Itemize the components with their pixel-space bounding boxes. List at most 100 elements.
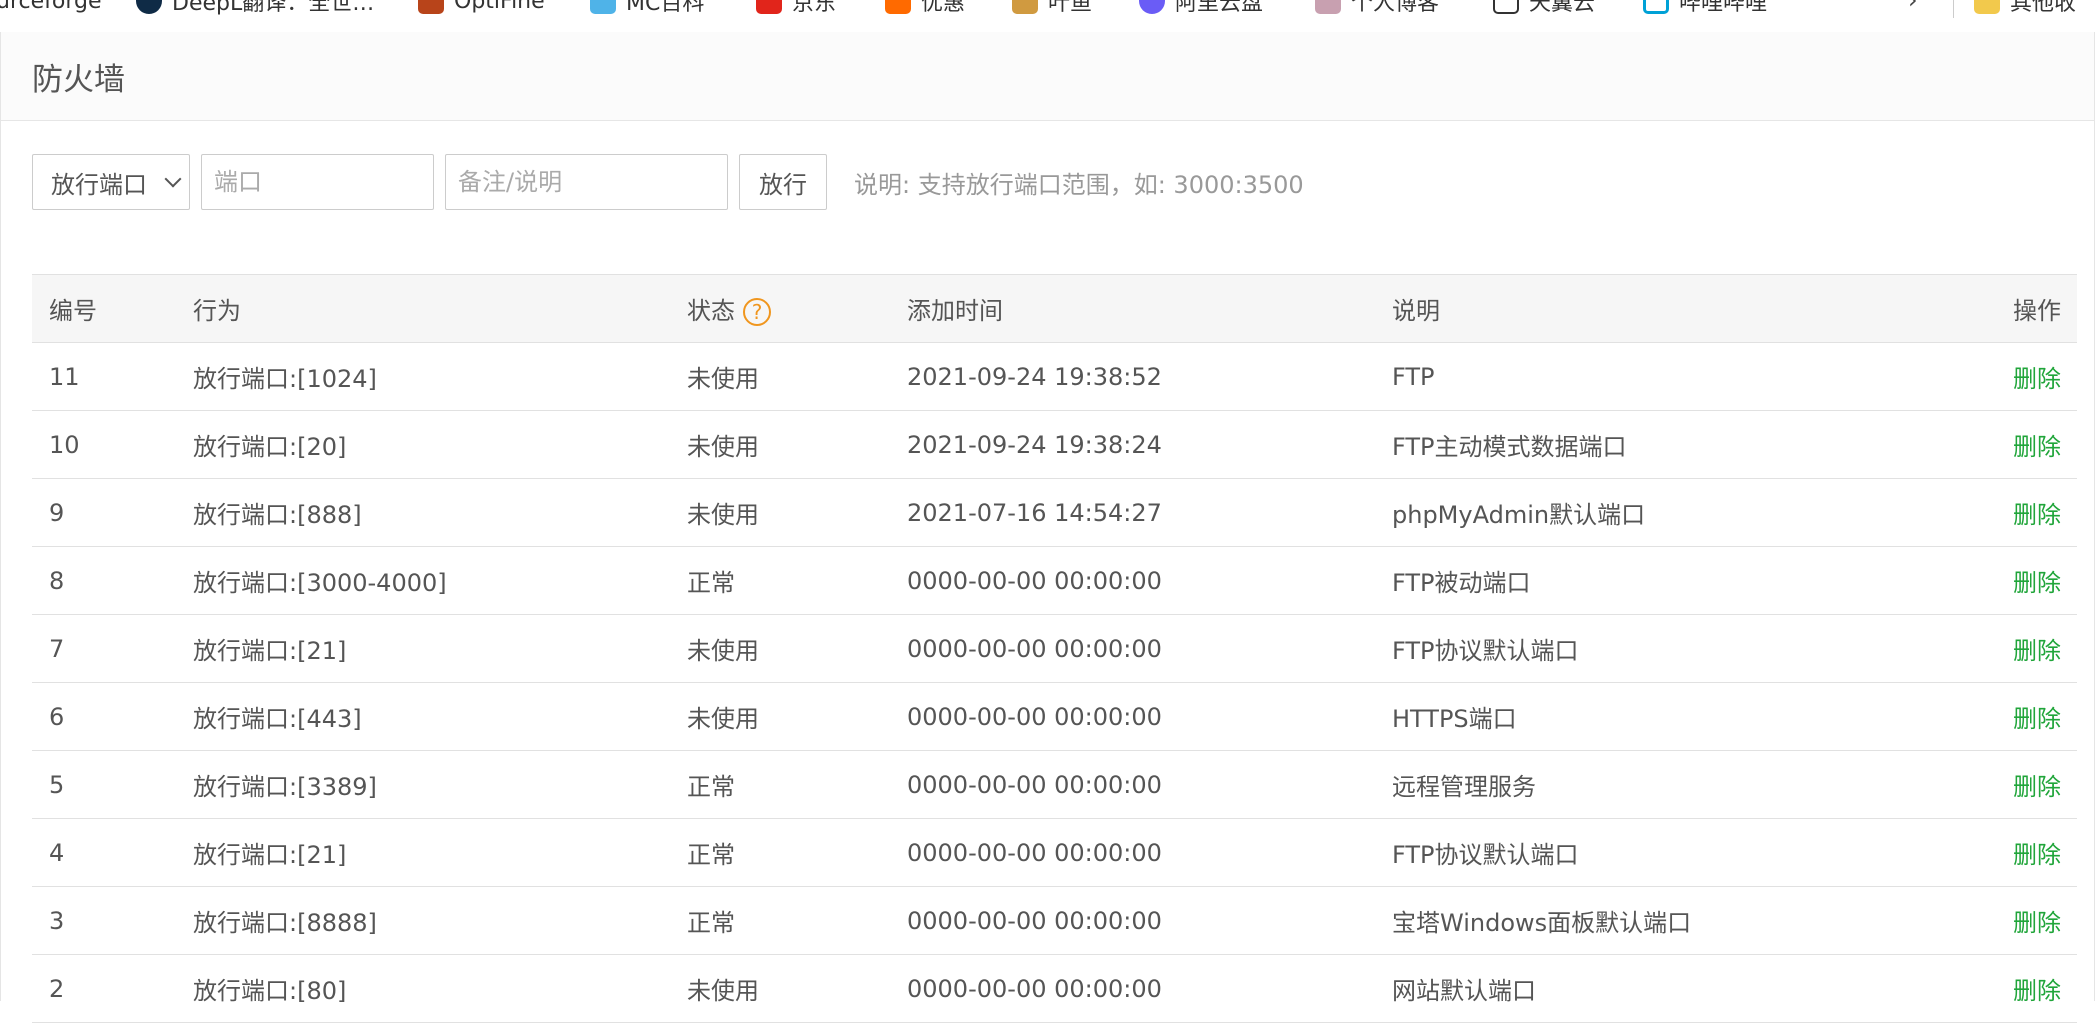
cell-added: 0000-00-00 00:00:00	[890, 546, 1375, 615]
note-input[interactable]	[445, 154, 728, 210]
cell-id: 2	[32, 954, 176, 1023]
cell-id: 6	[32, 682, 176, 751]
cell-note: 远程管理服务	[1375, 750, 1895, 819]
cell-op: 删除	[1895, 342, 2077, 411]
cell-op: 删除	[1895, 478, 2077, 547]
table-row: 3 放行端口:[8888] 正常 0000-00-00 00:00:00 宝塔Windo…	[32, 886, 2077, 955]
delete-button[interactable]: 删除	[2013, 433, 2061, 461]
cell-op: 删除	[1895, 614, 2077, 683]
cell-note: FTP主动模式数据端口	[1375, 410, 1895, 479]
cell-status: 未使用	[670, 478, 890, 547]
allow-port-button[interactable]: 放行	[739, 154, 827, 210]
deepl-icon	[136, 0, 162, 14]
jd-icon	[756, 0, 782, 14]
cell-added: 0000-00-00 00:00:00	[890, 682, 1375, 751]
cell-action: 放行端口:[1024]	[176, 342, 670, 411]
col-header-status: 状态?	[670, 274, 890, 343]
bookmarks-divider	[1953, 0, 1954, 18]
cell-note: phpMyAdmin默认端口	[1375, 478, 1895, 547]
bookmark-10[interactable]: 哔哩哔哩	[1643, 0, 1767, 16]
cell-note: 宝塔Windows面板默认端口	[1375, 886, 1895, 955]
blog-icon	[1315, 0, 1341, 14]
cell-action: 放行端口:[8888]	[176, 886, 670, 955]
cell-status: 正常	[670, 818, 890, 887]
cell-op: 删除	[1895, 410, 2077, 479]
cell-status: 正常	[670, 886, 890, 955]
cell-op: 删除	[1895, 682, 2077, 751]
tianyi-cloud-icon	[1493, 0, 1519, 14]
bookmark-other-folder[interactable]: 其他收	[1974, 0, 2076, 16]
cell-status: 未使用	[670, 614, 890, 683]
cell-action: 放行端口:[21]	[176, 818, 670, 887]
cell-action: 放行端口:[3000-4000]	[176, 546, 670, 615]
bookmark-4[interactable]: 京东	[756, 0, 836, 16]
cell-added: 0000-00-00 00:00:00	[890, 750, 1375, 819]
cell-action: 放行端口:[888]	[176, 478, 670, 547]
cell-note: FTP被动端口	[1375, 546, 1895, 615]
bookmark-2[interactable]: OptiFine	[418, 0, 545, 16]
bookmark-0[interactable]: urceforge	[0, 0, 102, 16]
bookmark-1[interactable]: DeepL翻译：全世…	[136, 0, 374, 16]
table-row: 11 放行端口:[1024] 未使用 2021-09-24 19:38:52 FTP 删除	[32, 342, 2077, 411]
bookmark-9[interactable]: 天翼云	[1493, 0, 1595, 16]
cell-id: 3	[32, 886, 176, 955]
bilibili-icon	[1643, 0, 1669, 14]
rule-type-select[interactable]: 放行端口	[32, 154, 190, 210]
delete-button[interactable]: 删除	[2013, 909, 2061, 937]
delete-button[interactable]: 删除	[2013, 773, 2061, 801]
delete-button[interactable]: 删除	[2013, 705, 2061, 733]
page-title: 防火墙	[1, 32, 2094, 121]
table-row: 9 放行端口:[888] 未使用 2021-07-16 14:54:27 phpMyAd…	[32, 478, 2077, 547]
aliyun-drive-icon	[1139, 0, 1165, 14]
cell-note: FTP	[1375, 342, 1895, 411]
optifine-icon	[418, 0, 444, 14]
port-input[interactable]	[201, 154, 434, 210]
cell-status: 正常	[670, 750, 890, 819]
bookmark-5[interactable]: 优惠	[885, 0, 965, 16]
table-row: 8 放行端口:[3000-4000] 正常 0000-00-00 00:00:00 FT…	[32, 546, 2077, 615]
cell-added: 0000-00-00 00:00:00	[890, 886, 1375, 955]
toolbar-hint: 说明: 支持放行端口范围，如: 3000:3500	[854, 170, 1304, 199]
firewall-rules-table: 编号 行为 状态? 添加时间 说明 操作 11 放行端口:[1024] 未使用 202…	[32, 274, 2077, 1023]
cell-op: 删除	[1895, 818, 2077, 887]
chevron-down-icon	[164, 170, 182, 188]
cell-id: 10	[32, 410, 176, 479]
table-header-row: 编号 行为 状态? 添加时间 说明 操作	[32, 274, 2077, 343]
folder-icon	[1974, 0, 2000, 14]
cell-note: FTP协议默认端口	[1375, 818, 1895, 887]
cell-added: 2021-09-24 19:38:24	[890, 410, 1375, 479]
bookmarks-bar: urceforge DeepL翻译：全世… OptiFine MC百科 京东 优…	[0, 0, 2095, 33]
coupon-icon	[885, 0, 911, 14]
firewall-toolbar: 放行端口 放行 说明: 支持放行端口范围，如: 3000:3500	[32, 153, 1304, 211]
cell-note: 网站默认端口	[1375, 954, 1895, 1023]
cell-id: 9	[32, 478, 176, 547]
firewall-panel: 防火墙 放行端口 放行 说明: 支持放行端口范围，如: 3000:3500 编号…	[0, 32, 2095, 1023]
bookmarks-overflow-chevron-icon[interactable]: ›	[1908, 0, 1918, 14]
bookmark-7[interactable]: 阿里云盘	[1139, 0, 1263, 16]
delete-button[interactable]: 删除	[2013, 637, 2061, 665]
bookmark-6[interactable]: 叶鱼	[1012, 0, 1092, 16]
cell-op: 删除	[1895, 546, 2077, 615]
cell-action: 放行端口:[443]	[176, 682, 670, 751]
cell-id: 4	[32, 818, 176, 887]
cell-note: FTP协议默认端口	[1375, 614, 1895, 683]
col-header-note: 说明	[1375, 274, 1895, 343]
delete-button[interactable]: 删除	[2013, 841, 2061, 869]
cell-note: HTTPS端口	[1375, 682, 1895, 751]
cell-status: 未使用	[670, 954, 890, 1023]
table-row: 6 放行端口:[443] 未使用 0000-00-00 00:00:00 HTTPS端口…	[32, 682, 2077, 751]
cell-id: 5	[32, 750, 176, 819]
cell-id: 7	[32, 614, 176, 683]
bookmark-8[interactable]: 个人博客	[1315, 0, 1439, 16]
col-header-added: 添加时间	[890, 274, 1375, 343]
cell-status: 正常	[670, 546, 890, 615]
cell-added: 2021-07-16 14:54:27	[890, 478, 1375, 547]
delete-button[interactable]: 删除	[2013, 501, 2061, 529]
bookmark-3[interactable]: MC百科	[590, 0, 704, 16]
delete-button[interactable]: 删除	[2013, 569, 2061, 597]
delete-button[interactable]: 删除	[2013, 365, 2061, 393]
cell-status: 未使用	[670, 410, 890, 479]
fish-icon	[1012, 0, 1038, 14]
help-icon[interactable]: ?	[743, 298, 771, 326]
table-row: 7 放行端口:[21] 未使用 0000-00-00 00:00:00 FTP协议默认端…	[32, 614, 2077, 683]
